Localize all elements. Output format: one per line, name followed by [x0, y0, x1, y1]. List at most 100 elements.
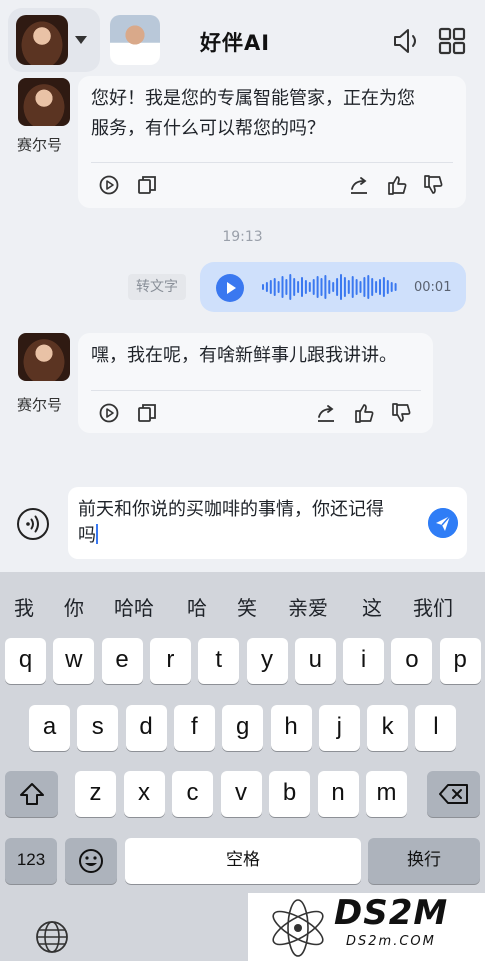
thumbs-up-icon[interactable]: [353, 402, 375, 424]
key-r[interactable]: r: [149, 638, 191, 684]
bot-avatar[interactable]: [18, 78, 70, 126]
key-p[interactable]: p: [439, 638, 481, 684]
key-i[interactable]: i: [343, 638, 385, 684]
backspace-icon: [439, 784, 468, 804]
key-m[interactable]: m: [366, 771, 407, 817]
key-b[interactable]: b: [269, 771, 310, 817]
return-key[interactable]: 换行: [368, 838, 480, 884]
key-d[interactable]: d: [125, 705, 167, 751]
key-x[interactable]: x: [123, 771, 165, 817]
key-y[interactable]: y: [246, 638, 288, 684]
space-key[interactable]: 空格: [125, 838, 361, 884]
copy-icon[interactable]: [136, 174, 158, 196]
message-line: 嘿，我在呢，有啥新鲜事儿跟我讲讲。: [91, 345, 397, 366]
shift-icon: [20, 783, 44, 805]
key-z[interactable]: z: [75, 771, 116, 817]
bot-avatar[interactable]: [18, 333, 70, 381]
thumbs-up-icon[interactable]: [386, 174, 408, 196]
watermark-url: DS2m.COM: [346, 934, 436, 949]
waveform-bar: [379, 279, 381, 295]
waveform-bar: [265, 282, 268, 292]
key-v[interactable]: v: [220, 771, 262, 817]
message-line: 您好！我是您的专属智能管家，正在为您: [91, 88, 415, 109]
candidate-word[interactable]: 亲爱: [288, 592, 328, 621]
key-k[interactable]: k: [367, 705, 409, 751]
key-a[interactable]: a: [29, 705, 70, 751]
waveform-bar: [355, 279, 358, 295]
message-line: 服务，有什么可以帮您的吗？: [91, 118, 325, 139]
app-title: 好伴AI: [200, 31, 271, 55]
candidate-word[interactable]: 哈: [187, 592, 207, 621]
candidate-word[interactable]: 我们: [413, 592, 453, 621]
play-icon[interactable]: [98, 174, 120, 196]
globe-icon[interactable]: [35, 920, 69, 954]
current-agent-avatar[interactable]: [16, 15, 68, 65]
waveform-bar: [269, 280, 272, 294]
speaker-icon[interactable]: [392, 27, 422, 55]
bubble-divider: [91, 390, 421, 391]
waveform-bar: [281, 276, 284, 298]
bot-name: 赛尔号: [17, 396, 63, 414]
key-g[interactable]: g: [222, 705, 264, 751]
play-voice-icon[interactable]: [216, 274, 244, 302]
waveform-bar: [277, 281, 280, 293]
key-o[interactable]: o: [391, 638, 433, 684]
waveform-bar: [343, 277, 346, 297]
message-timestamp: 19:13: [222, 229, 263, 245]
key-u[interactable]: u: [294, 638, 336, 684]
waveform-bar: [386, 280, 389, 294]
waveform-bar: [394, 283, 397, 291]
chevron-down-icon[interactable]: [75, 36, 87, 44]
numbers-key[interactable]: 123: [5, 838, 57, 884]
backspace-key[interactable]: [427, 771, 480, 817]
candidate-word[interactable]: 哈哈: [114, 592, 154, 621]
share-icon[interactable]: [348, 174, 370, 196]
voice-duration: 00:01: [414, 280, 452, 295]
key-n[interactable]: n: [317, 771, 359, 817]
input-line: 前天和你说的买咖啡的事情，你还记得: [78, 499, 384, 520]
play-icon[interactable]: [98, 402, 120, 424]
convert-to-text-button[interactable]: 转文字: [128, 274, 186, 300]
send-icon[interactable]: [428, 508, 458, 538]
key-w[interactable]: w: [53, 638, 95, 684]
thumbs-down-icon[interactable]: [390, 402, 412, 424]
bot-message-text: 您好！我是您的专属智能管家，正在为您 服务，有什么可以帮您的吗？: [91, 84, 461, 144]
atom-logo-icon: [272, 899, 324, 957]
text-cursor: [96, 524, 98, 544]
candidate-word[interactable]: 笑: [237, 592, 257, 621]
waveform-bar: [301, 277, 303, 297]
waveform-bar: [340, 274, 342, 300]
waveform-bar: [308, 282, 311, 292]
grid-icon[interactable]: [438, 27, 466, 55]
candidate-word[interactable]: 你: [64, 592, 84, 621]
waveform-bar: [347, 280, 350, 294]
key-f[interactable]: f: [173, 705, 215, 751]
key-q[interactable]: q: [5, 638, 46, 684]
key-s[interactable]: s: [77, 705, 119, 751]
waveform-bar: [320, 278, 323, 296]
watermark-brand: DS2M: [334, 893, 449, 933]
key-c[interactable]: c: [172, 771, 213, 817]
key-e[interactable]: e: [101, 638, 143, 684]
key-t[interactable]: t: [198, 638, 240, 684]
candidate-word[interactable]: 我: [14, 592, 34, 621]
candidate-word[interactable]: 这: [362, 592, 382, 621]
shift-key[interactable]: [5, 771, 58, 817]
voice-input-icon[interactable]: [16, 507, 50, 541]
waveform-bar: [359, 281, 362, 293]
thumbs-down-icon[interactable]: [422, 174, 444, 196]
input-line: 吗: [78, 525, 96, 546]
waveform-bar: [285, 279, 288, 295]
key-j[interactable]: j: [318, 705, 360, 751]
waveform-bar: [297, 281, 300, 293]
copy-icon[interactable]: [136, 402, 158, 424]
message-input-text[interactable]: 前天和你说的买咖啡的事情，你还记得 吗: [78, 497, 418, 549]
bot-name: 赛尔号: [17, 136, 63, 154]
emoji-key[interactable]: [65, 838, 117, 884]
share-icon[interactable]: [315, 402, 337, 424]
waveform-bar: [351, 276, 354, 298]
secondary-agent-avatar[interactable]: [110, 15, 160, 65]
key-h[interactable]: h: [270, 705, 312, 751]
key-l[interactable]: l: [415, 705, 457, 751]
waveform-bar: [328, 280, 331, 294]
